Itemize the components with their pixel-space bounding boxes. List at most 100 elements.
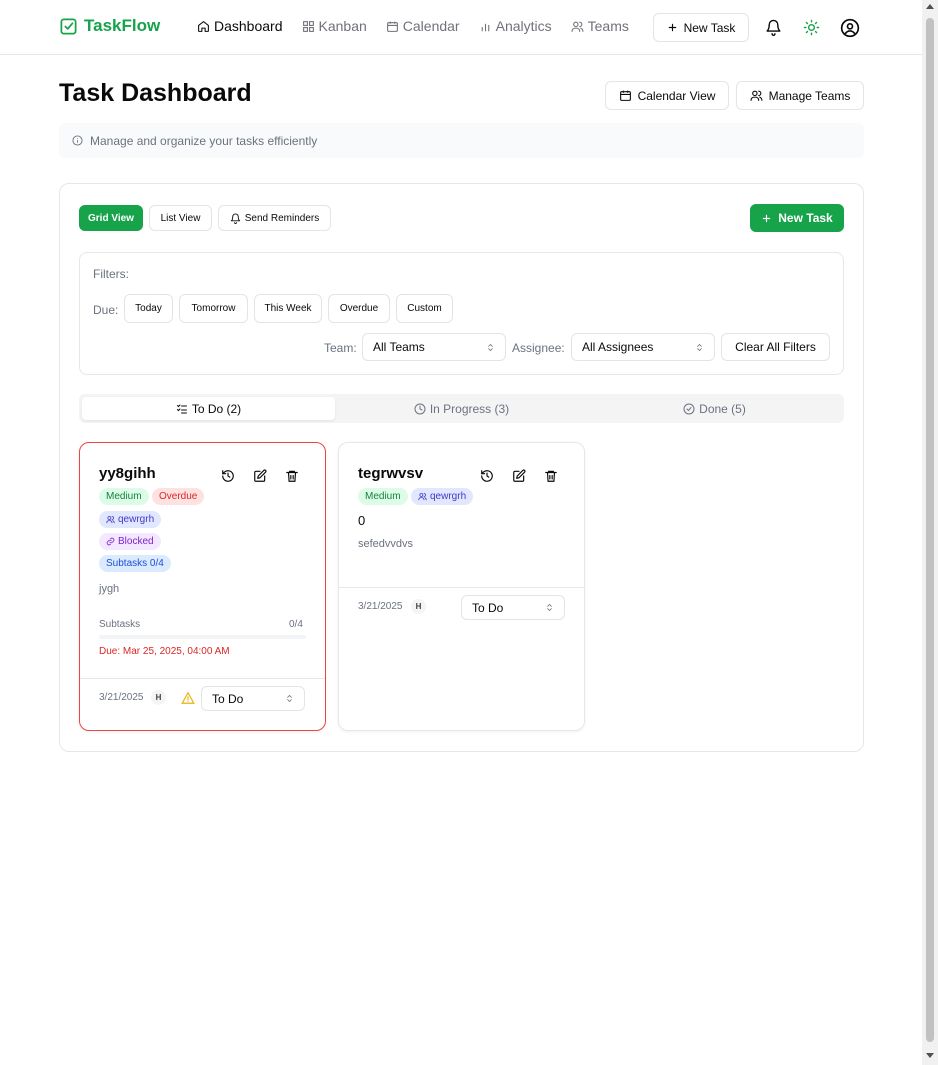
team-badge-text: qewrgrh [118, 514, 155, 525]
team-badge-text: qewrgrh [430, 491, 467, 502]
trash-icon[interactable] [543, 468, 559, 484]
tab-in-progress[interactable]: In Progress (3) [335, 397, 588, 420]
status-select[interactable]: To Do [461, 595, 565, 620]
info-banner: Manage and organize your tasks efficient… [59, 123, 864, 158]
created-date: 3/21/2025 [99, 692, 144, 703]
info-icon [72, 135, 83, 146]
nav-analytics[interactable]: Analytics [479, 18, 552, 34]
chevron-updown-icon [486, 343, 495, 352]
avatar: H [151, 690, 166, 705]
plus-icon [667, 22, 678, 33]
nav-dashboard-label: Dashboard [214, 18, 283, 34]
new-task-label: New Task [778, 211, 833, 225]
clear-filters-label: Clear All Filters [735, 340, 816, 354]
new-task-button[interactable]: New Task [750, 204, 844, 232]
team-badge: qewrgrh [411, 488, 474, 505]
nav-dashboard[interactable]: Dashboard [197, 18, 283, 34]
app-logo[interactable]: TaskFlow [59, 16, 160, 36]
due-today-label: Today [135, 303, 162, 314]
list-view-label: List View [160, 212, 201, 224]
task-description: jygh [99, 583, 120, 595]
task-title: tegrwvsv [358, 465, 424, 482]
status-tabs: To Do (2) In Progress (3) Done (5) [79, 394, 844, 423]
link-icon [106, 537, 115, 546]
chevron-updown-icon [285, 694, 294, 703]
history-icon[interactable] [220, 468, 236, 484]
due-today-button[interactable]: Today [124, 294, 173, 323]
users-icon [106, 515, 115, 524]
due-this-week-label: This Week [264, 303, 312, 314]
due-custom-button[interactable]: Custom [396, 294, 453, 323]
due-overdue-button[interactable]: Overdue [328, 294, 390, 323]
grid-view-label: Grid View [88, 212, 134, 224]
tab-done[interactable]: Done (5) [588, 397, 841, 420]
task-number: 0 [358, 513, 366, 528]
scroll-down-arrow[interactable] [926, 1053, 934, 1058]
subtasks-label: Subtasks [99, 619, 141, 630]
list-view-button[interactable]: List View [149, 205, 212, 231]
nav-new-task-button[interactable]: New Task [653, 13, 749, 42]
check-circle-icon [683, 403, 695, 415]
team-filter-label: Team: [324, 341, 357, 355]
subtasks-badge: Subtasks 0/4 [99, 555, 171, 572]
task-title: yy8gihh [99, 465, 156, 482]
scrollbar-thumb[interactable] [926, 18, 934, 1042]
grid-view-button[interactable]: Grid View [79, 205, 143, 231]
nav-teams[interactable]: Teams [571, 18, 629, 34]
avatar: H [411, 599, 426, 614]
due-tomorrow-button[interactable]: Tomorrow [179, 294, 248, 323]
edit-icon[interactable] [511, 468, 527, 484]
nav-calendar[interactable]: Calendar [386, 18, 460, 34]
subtasks-badge-text: Subtasks 0/4 [106, 558, 164, 569]
plus-icon [761, 213, 772, 224]
check-square-icon [59, 17, 78, 36]
scroll-up-arrow[interactable] [926, 4, 934, 9]
user-account-icon[interactable] [839, 17, 860, 38]
assignee-filter-label: Assignee: [512, 341, 565, 355]
subtasks-count: 0/4 [289, 619, 303, 630]
status-select[interactable]: To Do [201, 686, 305, 711]
priority-badge-text: Medium [365, 491, 401, 502]
nav-analytics-label: Analytics [495, 18, 552, 34]
due-date: Due: Mar 25, 2025, 04:00 AM [99, 646, 230, 657]
edit-icon[interactable] [252, 468, 268, 484]
assignee-select[interactable]: All Assignees [571, 333, 715, 361]
status-select-value: To Do [212, 691, 244, 706]
chart-icon [479, 20, 492, 33]
clear-filters-button[interactable]: Clear All Filters [721, 333, 830, 361]
nav-links: Dashboard Kanban Calendar Analytics Team… [197, 18, 629, 34]
calendar-view-label: Calendar View [637, 88, 716, 103]
manage-teams-label: Manage Teams [768, 88, 851, 103]
due-tomorrow-label: Tomorrow [191, 303, 236, 314]
bell-icon[interactable] [763, 17, 783, 37]
nav-kanban-label: Kanban [318, 18, 367, 34]
team-select[interactable]: All Teams [362, 333, 506, 361]
trash-icon[interactable] [284, 468, 300, 484]
overdue-badge: Overdue [152, 488, 205, 505]
task-description: sefedvvdvs [358, 538, 414, 550]
nav-teams-label: Teams [587, 18, 629, 34]
nav-kanban[interactable]: Kanban [302, 18, 367, 34]
send-reminders-button[interactable]: Send Reminders [218, 205, 331, 231]
calendar-view-button[interactable]: Calendar View [605, 81, 729, 110]
tab-todo[interactable]: To Do (2) [82, 397, 335, 420]
history-icon[interactable] [479, 468, 495, 484]
chevron-updown-icon [695, 343, 704, 352]
priority-badge: Medium [99, 488, 149, 505]
page-title: Task Dashboard [59, 79, 252, 107]
tab-done-label: Done (5) [699, 401, 746, 416]
blocked-badge-text: Blocked [118, 536, 154, 547]
due-label: Due: [93, 303, 119, 317]
team-select-value: All Teams [373, 340, 425, 354]
created-date: 3/21/2025 [358, 601, 403, 612]
send-reminders-label: Send Reminders [244, 212, 320, 224]
overdue-badge-text: Overdue [159, 491, 198, 502]
info-text: Manage and organize your tasks efficient… [90, 133, 318, 148]
users-icon [418, 492, 427, 501]
priority-badge: Medium [358, 488, 408, 505]
due-this-week-button[interactable]: This Week [254, 294, 322, 323]
card-divider [80, 678, 325, 679]
sun-icon[interactable] [801, 17, 821, 37]
manage-teams-button[interactable]: Manage Teams [736, 81, 864, 110]
card-divider [339, 587, 584, 588]
